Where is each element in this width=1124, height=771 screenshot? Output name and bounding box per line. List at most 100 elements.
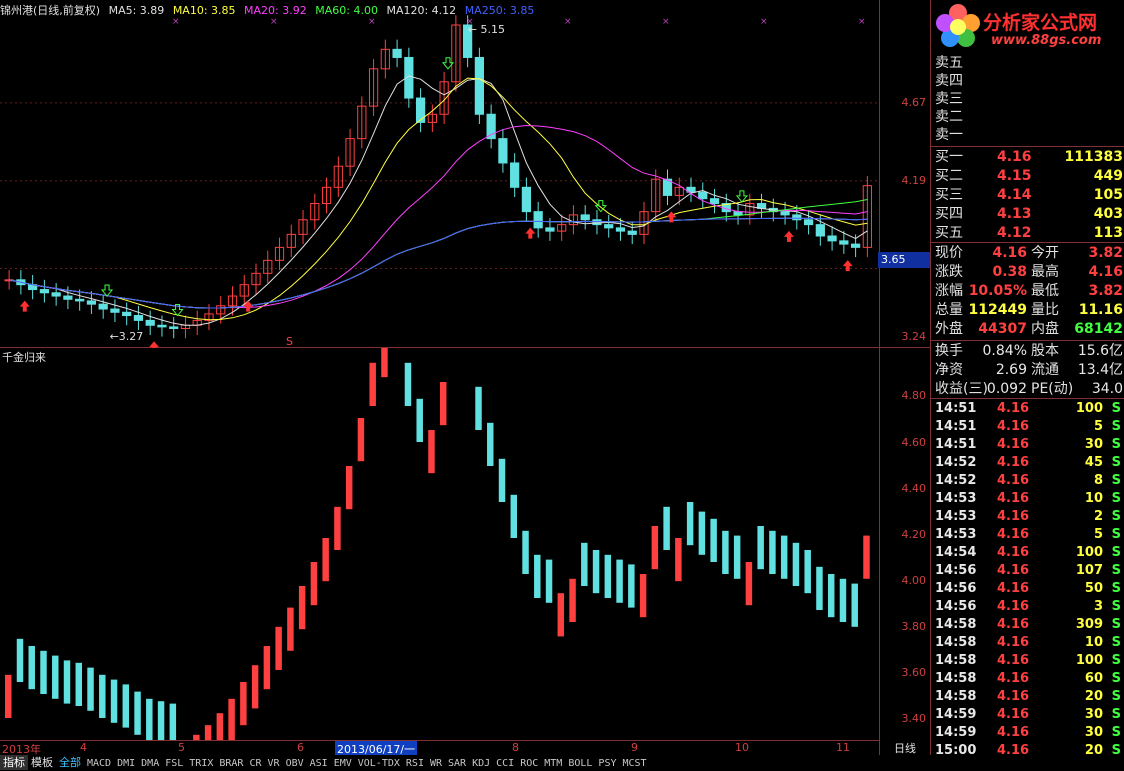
tab-macd[interactable]: MACD <box>84 756 114 771</box>
marker-x: × <box>368 17 376 27</box>
x-label: 6 <box>297 741 304 754</box>
tab-sar[interactable]: SAR <box>445 756 469 771</box>
tab-rsi[interactable]: RSI <box>403 756 427 771</box>
tab-obv[interactable]: OBV <box>283 756 307 771</box>
candle <box>498 138 508 164</box>
ma-line <box>8 217 868 309</box>
tick-price: 4.16 <box>997 725 1030 740</box>
tab-kdj[interactable]: KDJ <box>469 756 493 771</box>
buy-label: 买二 <box>935 168 963 184</box>
tick-row: 14:54 4.16 100 S <box>931 544 1124 562</box>
tab-dma[interactable]: DMA <box>138 756 162 771</box>
tick-time: 14:56 <box>935 599 977 614</box>
buy-volume: 105 <box>1093 187 1123 203</box>
sell-row: 卖四 <box>931 72 1124 90</box>
tick-time: 14:53 <box>935 491 977 506</box>
sell-arrow-icon <box>100 284 114 297</box>
tick-volume: 5 <box>1093 527 1103 542</box>
fund-label: PE(动) <box>1031 381 1074 397</box>
tick-row: 14:51 4.16 5 S <box>931 418 1124 436</box>
candle <box>392 48 402 58</box>
candlestick-chart[interactable]: ← 5.15←3.27 S× × × × × × × × <box>0 0 880 348</box>
quote-label: 最高 <box>1031 264 1059 280</box>
indicator-bar <box>827 574 835 618</box>
tick-time: 14:58 <box>935 689 977 704</box>
tick-side: S <box>1111 653 1121 668</box>
indicator-bar <box>157 701 165 740</box>
tab-psy[interactable]: PSY <box>595 756 619 771</box>
tick-price: 4.16 <box>997 617 1030 632</box>
tab-wr[interactable]: WR <box>427 756 445 771</box>
tick-row: 14:56 4.16 107 S <box>931 562 1124 580</box>
x-label: 11 <box>836 741 850 754</box>
tab-模板[interactable]: 模板 <box>28 755 56 770</box>
tick-time: 14:52 <box>935 455 977 470</box>
tick-time: 14:59 <box>935 707 977 722</box>
tab-trix[interactable]: TRIX <box>186 756 216 771</box>
tab-roc[interactable]: ROC <box>517 756 541 771</box>
tick-time: 14:51 <box>935 419 977 434</box>
candle <box>39 289 50 294</box>
tab-dmi[interactable]: DMI <box>114 756 138 771</box>
indicator-bar <box>863 535 870 579</box>
tab-指标[interactable]: 指标 <box>0 755 28 770</box>
indicator-bar <box>757 526 764 570</box>
fundamental-row: 净资 2.69 流通 13.4亿 <box>931 361 1124 379</box>
indicator-bar <box>545 559 553 603</box>
tab-emv[interactable]: EMV <box>331 756 355 771</box>
tab-cci[interactable]: CCI <box>493 756 517 771</box>
indicator-bar <box>263 646 271 690</box>
indicator-bar <box>780 535 788 579</box>
indicator-title: 千金归来 <box>2 351 46 364</box>
logo-url[interactable]: www.88gs.com <box>991 33 1101 48</box>
period-label[interactable]: 日线 <box>880 740 930 755</box>
fund-value: 0.092 <box>986 381 1027 397</box>
x-label: 8 <box>512 741 519 754</box>
indicator-bar <box>240 682 247 726</box>
sell-label: 卖一 <box>935 127 963 143</box>
tick-price: 4.16 <box>997 563 1030 578</box>
tab-asi[interactable]: ASI <box>307 756 331 771</box>
tab-mcst[interactable]: MCST <box>619 756 649 771</box>
tick-time: 14:56 <box>935 563 977 578</box>
candle <box>580 214 590 221</box>
tab-boll[interactable]: BOLL <box>565 756 595 771</box>
tab-fsl[interactable]: FSL <box>162 756 186 771</box>
sell-row: 卖二 <box>931 108 1124 126</box>
indicator-bar <box>28 646 35 690</box>
indicator-bar <box>498 458 506 502</box>
tab-vr[interactable]: VR <box>265 756 283 771</box>
candle <box>592 219 602 226</box>
tab-mtm[interactable]: MTM <box>541 756 565 771</box>
buy-price: 4.16 <box>997 149 1032 165</box>
quote-label: 外盘 <box>935 321 963 337</box>
tab-brar[interactable]: BRAR <box>216 756 246 771</box>
quote-value: 4.16 <box>992 245 1027 261</box>
buy-arrow-icon <box>842 260 853 272</box>
indicator-bar <box>251 665 259 709</box>
tick-side: S <box>1111 545 1121 560</box>
indicator-bar <box>487 422 494 466</box>
tab-cr[interactable]: CR <box>246 756 264 771</box>
indicator-bar <box>651 526 659 570</box>
tick-volume: 30 <box>1084 725 1103 740</box>
tick-time: 14:53 <box>935 509 977 524</box>
indicator-bar <box>675 538 682 582</box>
marker-x: × <box>858 17 866 27</box>
tab-vol-tdx[interactable]: VOL-TDX <box>355 756 403 771</box>
candle <box>110 308 120 313</box>
fund-value: 2.69 <box>995 362 1027 378</box>
tick-row: 14:58 4.16 20 S <box>931 688 1124 706</box>
indicator-chart[interactable] <box>0 348 880 740</box>
tab-全部[interactable]: 全部 <box>56 755 84 770</box>
tick-row: 14:59 4.16 30 S <box>931 724 1124 742</box>
tick-side: S <box>1111 509 1121 524</box>
candle <box>145 319 155 326</box>
indicator-bar <box>134 691 141 735</box>
tick-row: 14:58 4.16 10 S <box>931 634 1124 652</box>
tick-row: 14:51 4.16 30 S <box>931 436 1124 454</box>
quote-label: 最低 <box>1031 283 1059 299</box>
indicator-bar <box>381 348 388 378</box>
tick-time: 14:58 <box>935 635 977 650</box>
candle <box>615 227 626 232</box>
